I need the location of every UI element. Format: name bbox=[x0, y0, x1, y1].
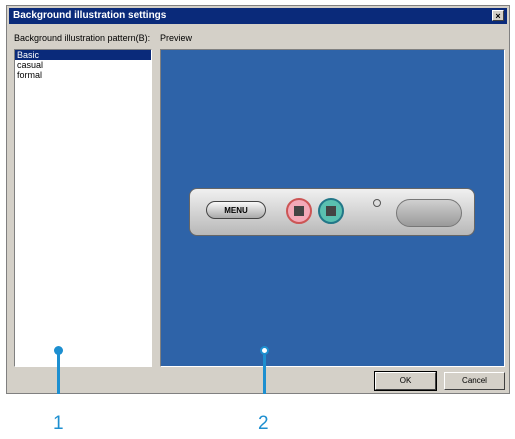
background-illustration-settings-dialog: Background illustration settings × Backg… bbox=[6, 5, 510, 394]
preview-area: MENU bbox=[160, 49, 505, 367]
list-item[interactable]: formal bbox=[15, 70, 151, 80]
photo-icon bbox=[286, 198, 312, 224]
pattern-list[interactable]: Basic casual formal bbox=[14, 49, 152, 367]
list-item[interactable]: casual bbox=[15, 60, 151, 70]
cancel-button[interactable]: Cancel bbox=[444, 372, 505, 390]
callout-dot-2 bbox=[260, 346, 269, 355]
pattern-label: Background illustration pattern(B): bbox=[14, 33, 151, 43]
person-icon bbox=[318, 198, 344, 224]
preview-toolbar: MENU bbox=[189, 188, 475, 236]
callout-number-2: 2 bbox=[258, 413, 269, 434]
dialog-titlebar: Background illustration settings × bbox=[9, 8, 507, 24]
list-item[interactable]: Basic bbox=[15, 50, 151, 60]
ok-button[interactable]: OK bbox=[374, 371, 437, 391]
dialog-title: Background illustration settings bbox=[13, 10, 167, 21]
dial-control-icon bbox=[396, 199, 462, 227]
callout-number-1: 1 bbox=[53, 413, 64, 434]
callout-line-1 bbox=[57, 354, 60, 394]
indicator-icon bbox=[373, 199, 381, 207]
preview-menu-button: MENU bbox=[206, 201, 266, 219]
close-icon[interactable]: × bbox=[492, 10, 504, 21]
preview-label: Preview bbox=[160, 33, 193, 43]
callout-line-2 bbox=[263, 355, 266, 394]
